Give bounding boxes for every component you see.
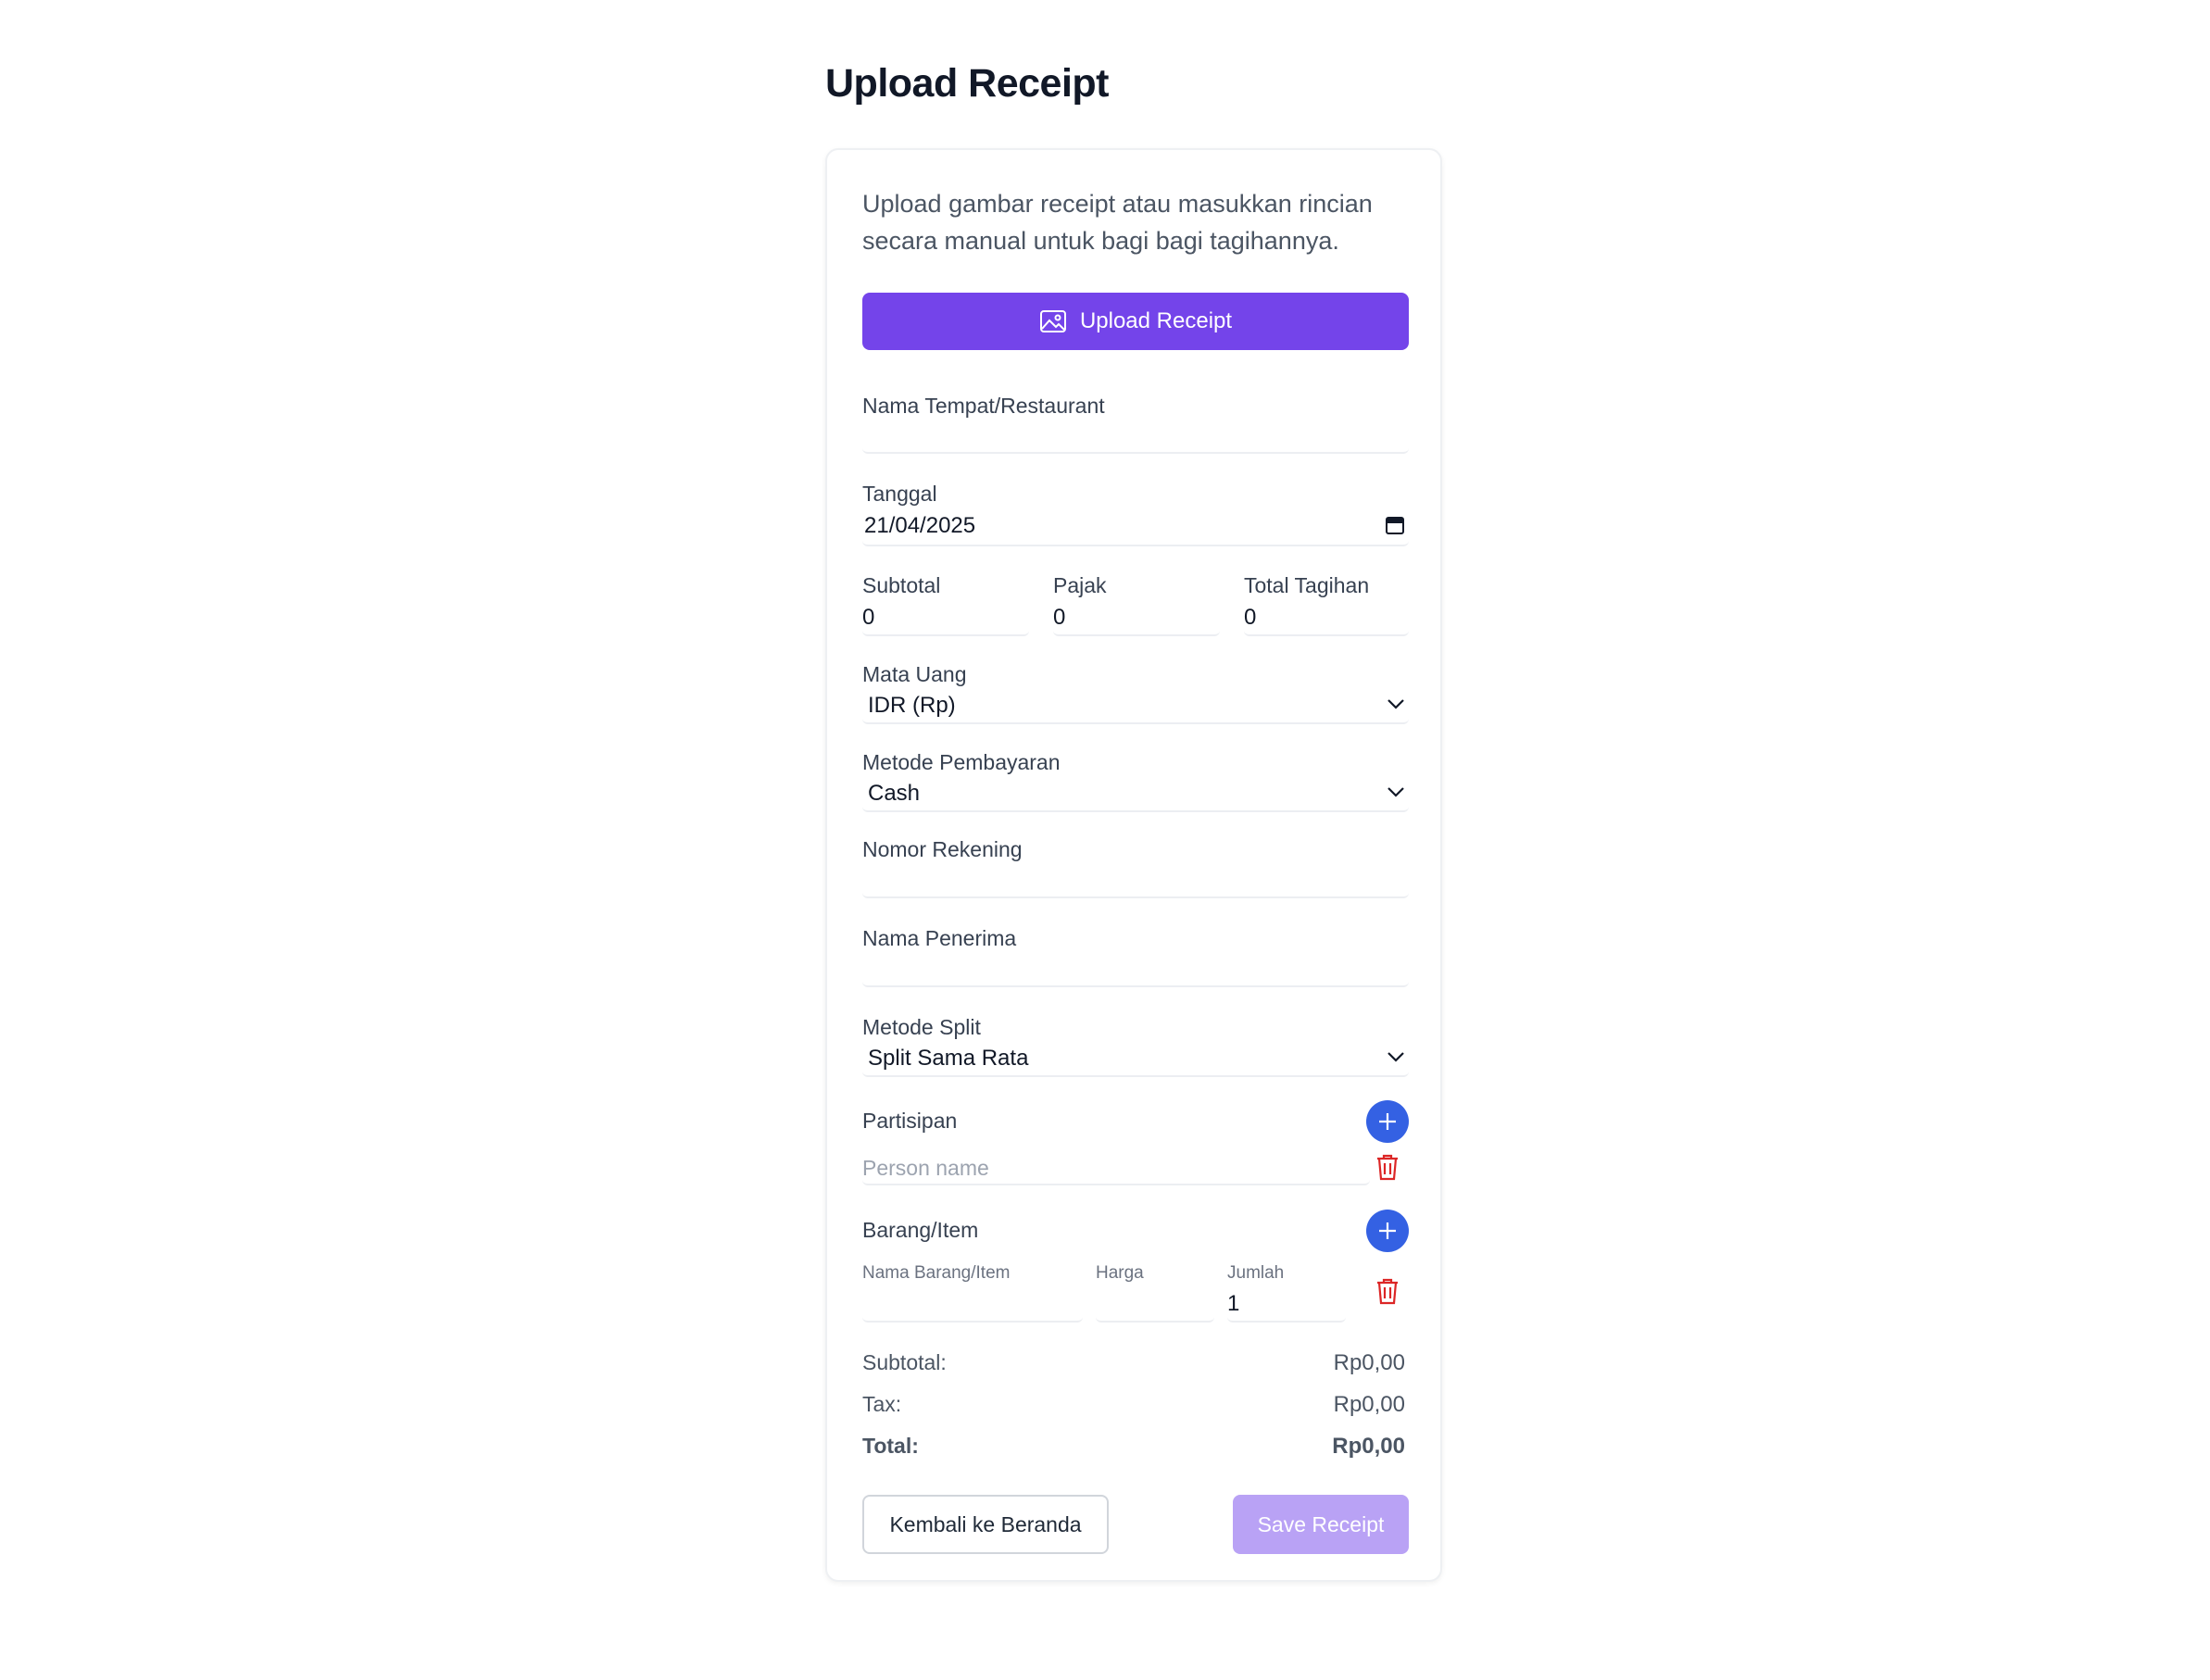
receipt-form-card: Upload gambar receipt atau masukkan rinc…	[825, 148, 1442, 1582]
summary-subtotal-label: Subtotal:	[862, 1350, 947, 1374]
plus-icon	[1379, 1222, 1396, 1239]
payment-method-select[interactable]: Cash	[862, 777, 1409, 812]
plus-icon	[1379, 1113, 1396, 1130]
participant-name-placeholder: Person name	[862, 1156, 989, 1180]
date-label: Tanggal	[862, 482, 937, 506]
participant-name-input[interactable]: Person name	[862, 1150, 1370, 1185]
delete-item-icon[interactable]	[1375, 1277, 1400, 1310]
place-input[interactable]	[862, 422, 1409, 454]
currency-select[interactable]: IDR (Rp)	[862, 689, 1409, 724]
total-bill-input[interactable]: 0	[1244, 601, 1409, 636]
recipient-name-label: Nama Penerima	[862, 926, 1017, 950]
page-title: Upload Receipt	[825, 61, 1110, 106]
recipient-name-input[interactable]	[862, 956, 1409, 987]
place-label: Nama Tempat/Restaurant	[862, 394, 1105, 418]
upload-receipt-label: Upload Receipt	[1079, 308, 1233, 333]
back-to-home-button[interactable]: Kembali ke Beranda	[862, 1495, 1109, 1554]
save-receipt-button[interactable]: Save Receipt	[1233, 1495, 1409, 1554]
summary-tax-value: Rp0,00	[1333, 1392, 1405, 1417]
participants-label: Partisipan	[862, 1109, 958, 1133]
item-price-label: Harga	[1096, 1263, 1144, 1283]
item-price-input[interactable]	[1096, 1287, 1214, 1323]
intro-text: Upload gambar receipt atau masukkan rinc…	[862, 190, 1373, 255]
item-qty-input[interactable]: 1	[1227, 1287, 1346, 1323]
upload-receipt-button[interactable]: Upload Receipt	[862, 293, 1409, 350]
summary-total-value: Rp0,00	[1332, 1434, 1405, 1459]
item-qty-label: Jumlah	[1227, 1263, 1285, 1283]
account-number-input[interactable]	[862, 867, 1409, 898]
subtotal-label: Subtotal	[862, 573, 941, 597]
page: Upload Receipt Upload gambar receipt ata…	[0, 0, 2210, 1680]
chevron-down-icon	[1387, 1050, 1405, 1067]
summary-tax-label: Tax:	[862, 1392, 902, 1416]
date-input[interactable]: 21/04/2025	[862, 509, 1409, 546]
date-value: 21/04/2025	[864, 513, 976, 538]
currency-label: Mata Uang	[862, 662, 967, 686]
currency-value: IDR (Rp)	[868, 693, 956, 718]
split-method-label: Metode Split	[862, 1015, 981, 1039]
image-icon	[1039, 309, 1067, 333]
subtotal-value: 0	[862, 605, 875, 630]
total-bill-value: 0	[1244, 605, 1257, 630]
split-method-select[interactable]: Split Sama Rata	[862, 1042, 1409, 1077]
payment-method-label: Metode Pembayaran	[862, 750, 1061, 774]
total-bill-label: Total Tagihan	[1244, 573, 1370, 597]
item-name-input[interactable]	[862, 1287, 1083, 1323]
delete-participant-icon[interactable]	[1375, 1153, 1400, 1185]
calendar-icon[interactable]	[1385, 515, 1405, 540]
account-number-label: Nomor Rekening	[862, 837, 1023, 861]
tax-input[interactable]: 0	[1053, 601, 1220, 636]
chevron-down-icon	[1387, 697, 1405, 714]
item-name-label: Nama Barang/Item	[862, 1263, 1011, 1283]
item-qty-value: 1	[1227, 1291, 1240, 1316]
payment-method-value: Cash	[868, 781, 921, 806]
items-label: Barang/Item	[862, 1218, 979, 1242]
add-item-button[interactable]	[1366, 1210, 1409, 1252]
tax-label: Pajak	[1053, 573, 1107, 597]
subtotal-input[interactable]: 0	[862, 601, 1029, 636]
split-method-value: Split Sama Rata	[868, 1046, 1029, 1071]
summary-subtotal-value: Rp0,00	[1333, 1350, 1405, 1375]
summary-total-label: Total:	[862, 1434, 919, 1458]
chevron-down-icon	[1387, 785, 1405, 802]
tax-value: 0	[1053, 605, 1066, 630]
add-participant-button[interactable]	[1366, 1100, 1409, 1143]
